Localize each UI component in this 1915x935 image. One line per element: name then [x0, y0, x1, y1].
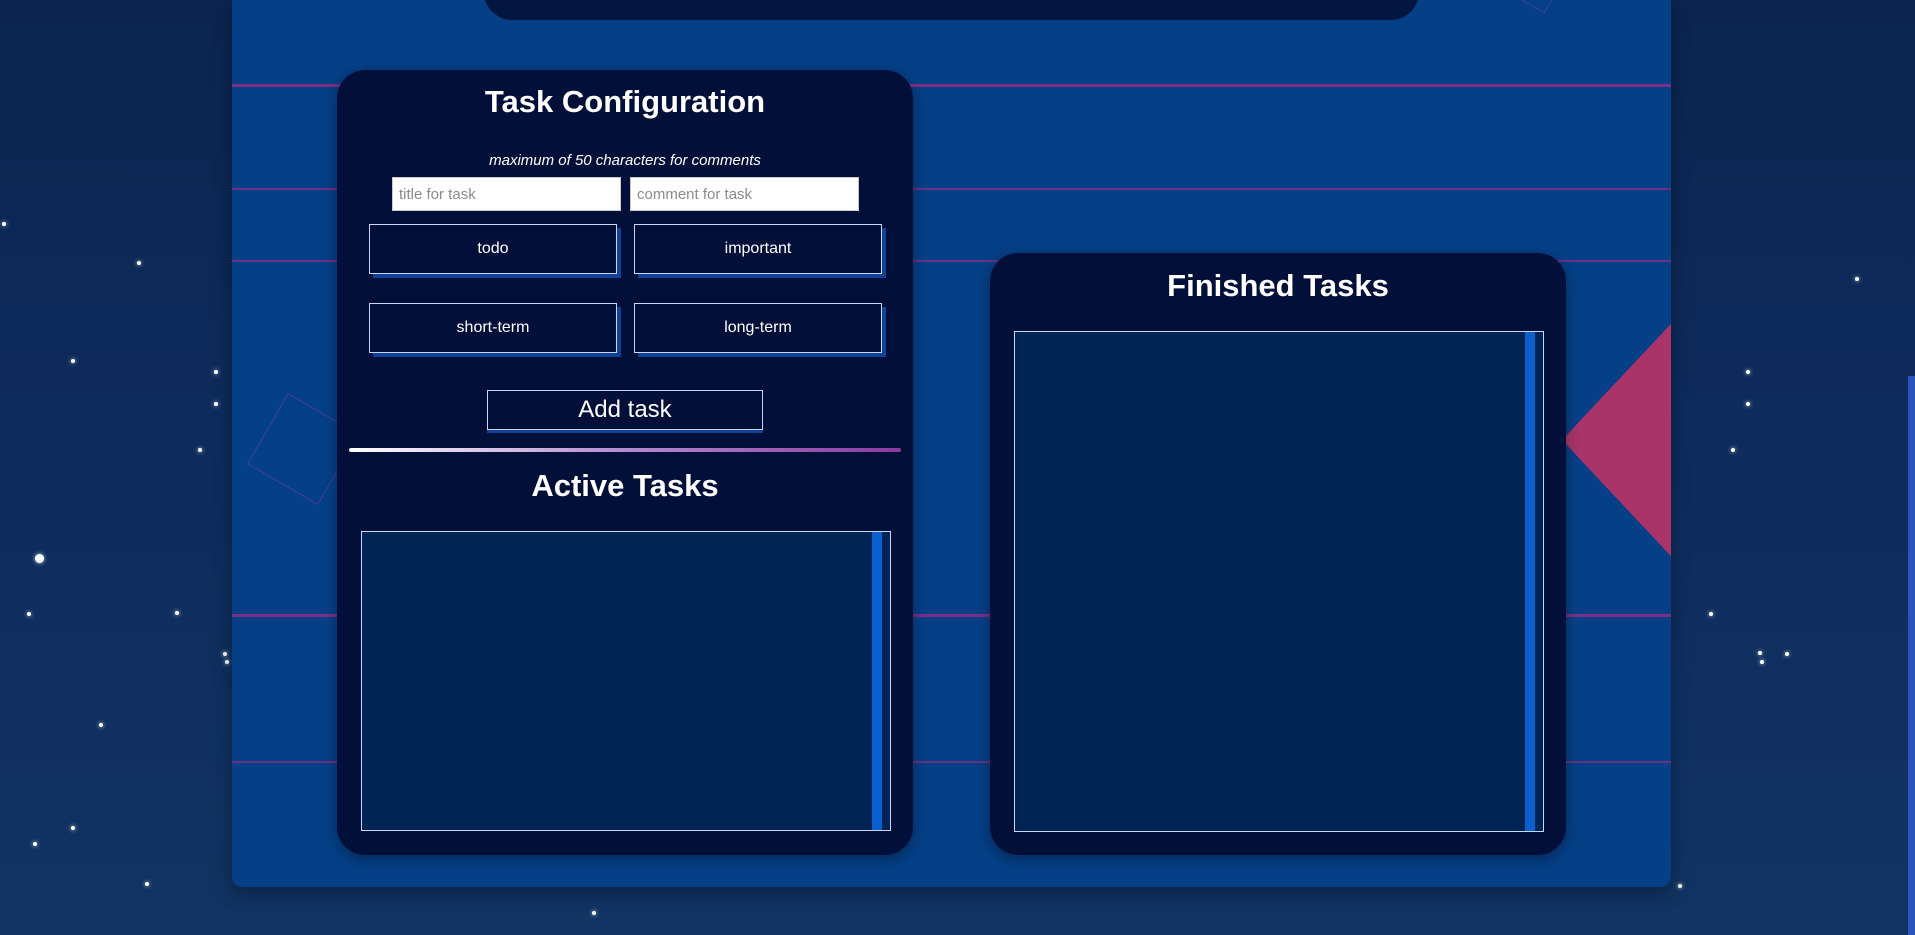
top-card-partial: [484, 0, 1419, 20]
finished-tasks-card: Finished Tasks: [990, 253, 1566, 855]
star: [99, 723, 103, 727]
star: [198, 448, 202, 452]
active-tasks-list[interactable]: [361, 531, 891, 831]
star: [225, 660, 229, 664]
decorative-square: [1490, 0, 1576, 14]
category-long-term-button[interactable]: long-term: [634, 303, 882, 353]
star: [1731, 448, 1735, 452]
star: [1746, 402, 1750, 406]
star: [1746, 370, 1750, 374]
active-tasks-scrollbar[interactable]: [872, 532, 882, 830]
page-panel: Task Configuration maximum of 50 charact…: [232, 0, 1671, 887]
add-task-button[interactable]: Add task: [487, 390, 763, 430]
task-configuration-card: Task Configuration maximum of 50 charact…: [337, 70, 913, 855]
star: [71, 826, 75, 830]
star: [1758, 651, 1762, 655]
star: [1678, 884, 1682, 888]
comment-limit-hint: maximum of 50 characters for comments: [489, 152, 761, 169]
decorative-triangle: [1562, 312, 1671, 568]
section-divider: [349, 448, 901, 452]
category-todo-button[interactable]: todo: [369, 224, 617, 274]
star: [1760, 660, 1764, 664]
star: [175, 611, 179, 615]
star: [137, 261, 141, 265]
active-tasks-title: Active Tasks: [531, 468, 719, 503]
task-title-input[interactable]: [392, 177, 621, 211]
finished-tasks-list[interactable]: [1014, 331, 1544, 832]
task-comment-input[interactable]: [630, 177, 859, 211]
category-short-term-button[interactable]: short-term: [369, 303, 617, 353]
task-configuration-title: Task Configuration: [484, 84, 766, 119]
star: [35, 554, 44, 563]
star: [1855, 277, 1859, 281]
star: [214, 402, 218, 406]
star: [2, 222, 6, 226]
star: [223, 652, 227, 656]
right-edge-accent: [1908, 376, 1915, 935]
finished-tasks-title: Finished Tasks: [1167, 268, 1389, 303]
star: [592, 911, 596, 915]
star: [33, 842, 37, 846]
star: [214, 370, 218, 374]
star: [27, 612, 31, 616]
finished-tasks-scrollbar[interactable]: [1525, 332, 1535, 831]
star: [1709, 612, 1713, 616]
star: [145, 882, 149, 886]
star: [1785, 652, 1789, 656]
category-important-button[interactable]: important: [634, 224, 882, 274]
star: [71, 359, 75, 363]
